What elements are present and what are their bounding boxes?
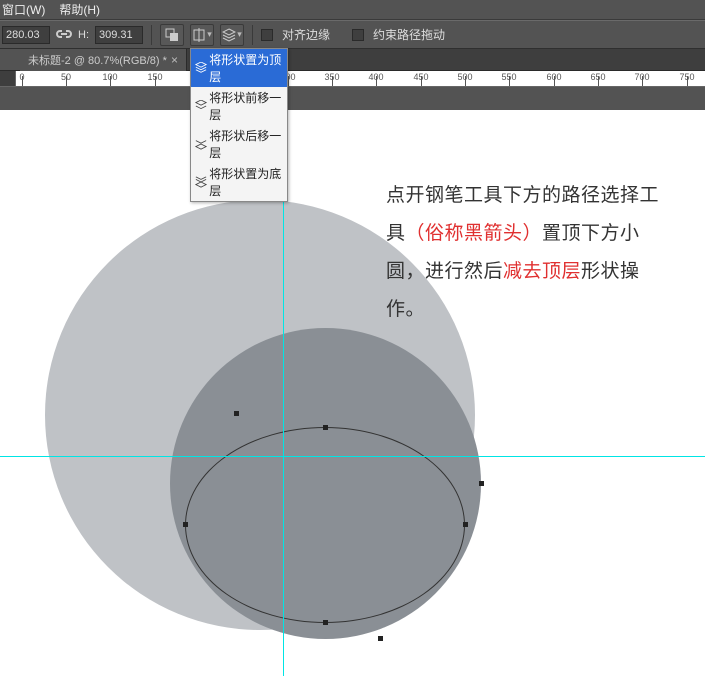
constrain-path-label: 约束路径拖动 [373,26,445,43]
ruler-tick-label: 400 [368,72,383,82]
ruler-tick-label: 600 [546,72,561,82]
separator [252,25,253,45]
options-bar: H: ▾ ▾ 对齐边缘 约束路径拖动 [0,20,705,49]
layer-order-icon [195,100,207,112]
document-tab-bar: 未标题-2 @ 80.7%(RGB/8) * × [0,49,705,71]
canvas[interactable]: 点开钢笔工具下方的路径选择工具（俗称黑箭头）置顶下方小圆，进行然后减去顶层形状操… [0,110,705,676]
align-edges-checkbox[interactable] [261,29,273,41]
constrain-path-checkbox[interactable] [352,29,364,41]
path-operations-button[interactable] [160,24,184,46]
menu-help[interactable]: 帮助(H) [59,1,100,18]
ruler-tick-label: 100 [102,72,117,82]
arrange-option[interactable]: 将形状置为顶层 [191,49,287,87]
separator [151,25,152,45]
arrange-option-label: 将形状置为顶层 [209,51,283,85]
anchor-point[interactable] [183,522,188,527]
arrange-option[interactable]: 将形状前移一层 [191,87,287,125]
link-wh-icon[interactable] [56,28,72,42]
layer-order-icon [195,176,207,188]
anchor-point[interactable] [323,425,328,430]
canvas-viewport[interactable]: 点开钢笔工具下方的路径选择工具（俗称黑箭头）置顶下方小圆，进行然后减去顶层形状操… [0,87,705,676]
arrange-dropdown: 将形状置为顶层将形状前移一层将形状后移一层将形状置为底层 [190,48,288,202]
menu-window[interactable]: 窗口(W) [2,1,45,18]
document-tab-title: 未标题-2 @ 80.7%(RGB/8) * [28,52,167,68]
horizontal-ruler: 0501001502002503003504004505005506006507… [0,71,705,87]
arrange-option-label: 将形状后移一层 [209,127,283,161]
x-input[interactable] [2,26,50,44]
ruler-tick-label: 550 [501,72,516,82]
anchor-point[interactable] [479,481,484,486]
horizontal-guide[interactable] [0,456,705,457]
ruler-origin [0,71,16,87]
anchor-point[interactable] [378,636,383,641]
anno-part-red: 减去顶层 [503,261,581,282]
annotation-text: 点开钢笔工具下方的路径选择工具（俗称黑箭头）置顶下方小圆，进行然后减去顶层形状操… [386,177,676,329]
ruler-tick-label: 700 [634,72,649,82]
chevron-down-icon: ▾ [237,29,242,40]
align-edges-label: 对齐边缘 [282,26,330,43]
close-icon[interactable]: × [171,53,178,67]
chevron-down-icon: ▾ [207,29,212,40]
arrange-option[interactable]: 将形状置为底层 [191,163,287,201]
menu-bar: 窗口(W) 帮助(H) [0,0,705,20]
ruler-tick-label: 750 [679,72,694,82]
tab-spacer [0,49,20,70]
arrange-option[interactable]: 将形状后移一层 [191,125,287,163]
document-tab[interactable]: 未标题-2 @ 80.7%(RGB/8) * × [20,49,187,71]
h-label: H: [78,29,89,41]
arrange-option-label: 将形状置为底层 [209,165,283,199]
path-alignment-button[interactable]: ▾ [190,24,214,46]
ruler-tick-label: 350 [324,72,339,82]
arrange-option-label: 将形状前移一层 [209,89,283,123]
anchor-point[interactable] [463,522,468,527]
h-input[interactable] [95,26,143,44]
layer-order-icon [195,62,207,74]
anchor-point[interactable] [234,411,239,416]
ruler-tick-label: 650 [590,72,605,82]
anno-part-red: （俗称黑箭头） [406,223,543,244]
layer-order-icon [195,138,207,150]
ruler-tick-label: 50 [61,72,71,82]
anchor-point[interactable] [323,620,328,625]
ruler-tick-label: 0 [19,72,24,82]
ruler-tick-label: 150 [147,72,162,82]
ruler-tick-label: 450 [413,72,428,82]
path-arrangement-button[interactable]: ▾ [220,24,244,46]
ruler-tick-label: 500 [457,72,472,82]
